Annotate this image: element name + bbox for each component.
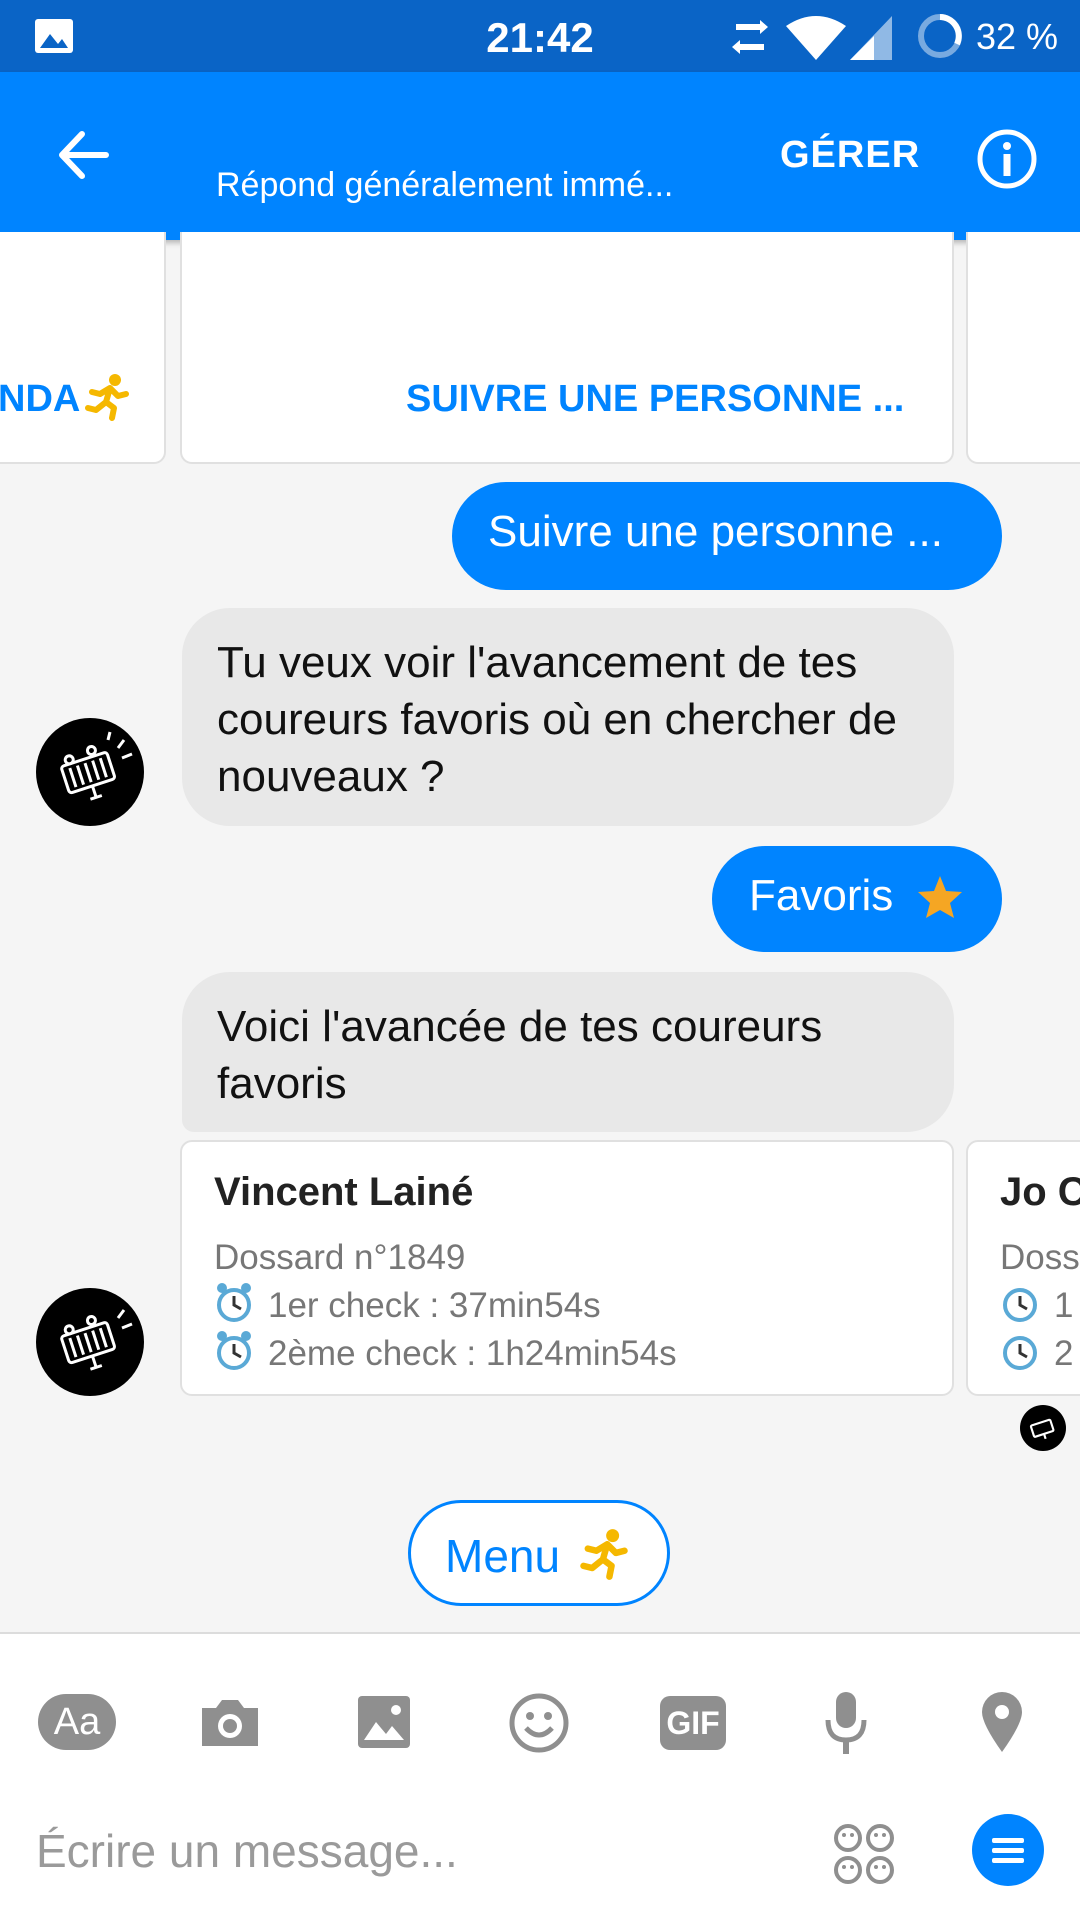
bot-avatar bbox=[36, 718, 144, 826]
runner-card[interactable]: Jo C Doss 1 2 bbox=[966, 1140, 1080, 1396]
carousel-card-right[interactable] bbox=[966, 232, 1080, 464]
menu-button[interactable] bbox=[972, 1814, 1044, 1886]
outgoing-message: Suivre une personne ... bbox=[452, 482, 1002, 590]
status-bar: 21:42 32 % bbox=[0, 0, 1080, 72]
text-format-button[interactable]: Aa bbox=[38, 1694, 116, 1750]
runner-name: Jo C bbox=[1000, 1170, 1080, 1214]
runner-bib: Dossard n°1849 bbox=[214, 1238, 466, 1277]
gallery-icon[interactable] bbox=[356, 1694, 412, 1750]
runner-bib: Doss bbox=[1000, 1238, 1080, 1277]
seen-receipt-avatar bbox=[1020, 1405, 1066, 1451]
camera-icon[interactable] bbox=[198, 1696, 262, 1750]
microphone-icon[interactable] bbox=[822, 1690, 870, 1756]
card-action-label[interactable]: NDA bbox=[0, 378, 80, 421]
gif-label: GIF bbox=[666, 1705, 720, 1741]
menu-icon bbox=[992, 1838, 1024, 1863]
runner-name: Vincent Lainé bbox=[214, 1170, 474, 1214]
gif-button[interactable]: GIF bbox=[660, 1696, 726, 1750]
info-icon[interactable] bbox=[976, 128, 1038, 190]
runner-check-1: 1er check : 37min54s bbox=[268, 1286, 601, 1325]
alarm-clock-icon bbox=[217, 1283, 251, 1322]
manage-button[interactable]: GÉRER bbox=[780, 134, 920, 177]
battery-percentage: 32 % bbox=[975, 16, 1058, 57]
back-arrow-icon[interactable] bbox=[56, 130, 110, 180]
location-icon[interactable] bbox=[978, 1690, 1026, 1754]
menu-quick-reply-button[interactable]: Menu bbox=[408, 1500, 670, 1606]
sync-icon bbox=[732, 20, 768, 54]
stickers-icon[interactable] bbox=[832, 1822, 896, 1886]
alarm-clock-icon bbox=[1003, 1288, 1037, 1322]
runner-icon bbox=[580, 1529, 628, 1580]
message-text: Voici l'avancée de tes coureurs favoris bbox=[217, 1002, 823, 1108]
alarm-clock-icon bbox=[1003, 1336, 1037, 1370]
incoming-message: Tu veux voir l'avancement de tes coureur… bbox=[182, 608, 954, 826]
runner-check-1: 1 bbox=[1054, 1286, 1074, 1325]
smiley-icon[interactable] bbox=[508, 1692, 570, 1754]
message-text: Suivre une personne ... bbox=[488, 507, 943, 556]
runner-check-2: 2ème check : 1h24min54s bbox=[268, 1334, 677, 1373]
star-icon bbox=[918, 876, 962, 918]
aa-label: Aa bbox=[53, 1701, 101, 1743]
signal-icon bbox=[850, 16, 892, 60]
incoming-message: Voici l'avancée de tes coureurs favoris bbox=[182, 972, 954, 1132]
runner-card[interactable]: Vincent Lainé Dossard n°1849 1er check :… bbox=[180, 1140, 954, 1396]
card-action-label[interactable]: SUIVRE UNE PERSONNE ... bbox=[406, 378, 904, 421]
menu-label[interactable]: Menu bbox=[445, 1529, 560, 1583]
conversation-header: Répond généralement immé... GÉRER bbox=[0, 72, 1080, 240]
response-time-subtitle: Répond généralement immé... bbox=[216, 166, 674, 204]
message-input[interactable]: Écrire un message... bbox=[36, 1824, 458, 1878]
message-text: Favoris bbox=[749, 871, 894, 920]
alarm-clock-icon bbox=[217, 1331, 251, 1370]
wifi-icon bbox=[786, 16, 846, 60]
runner-icon bbox=[85, 374, 129, 421]
battery-icon bbox=[918, 14, 962, 58]
carousel-card-center[interactable]: SUIVRE UNE PERSONNE ... bbox=[180, 232, 954, 464]
bot-avatar bbox=[36, 1288, 144, 1396]
carousel-card-left[interactable]: NDA bbox=[0, 232, 166, 464]
runner-check-2: 2 bbox=[1054, 1334, 1074, 1373]
message-text: Tu veux voir l'avancement de tes coureur… bbox=[217, 638, 897, 801]
outgoing-message: Favoris bbox=[712, 846, 1002, 952]
message-composer: Aa GIF Écrire un message... bbox=[0, 1634, 1080, 1920]
